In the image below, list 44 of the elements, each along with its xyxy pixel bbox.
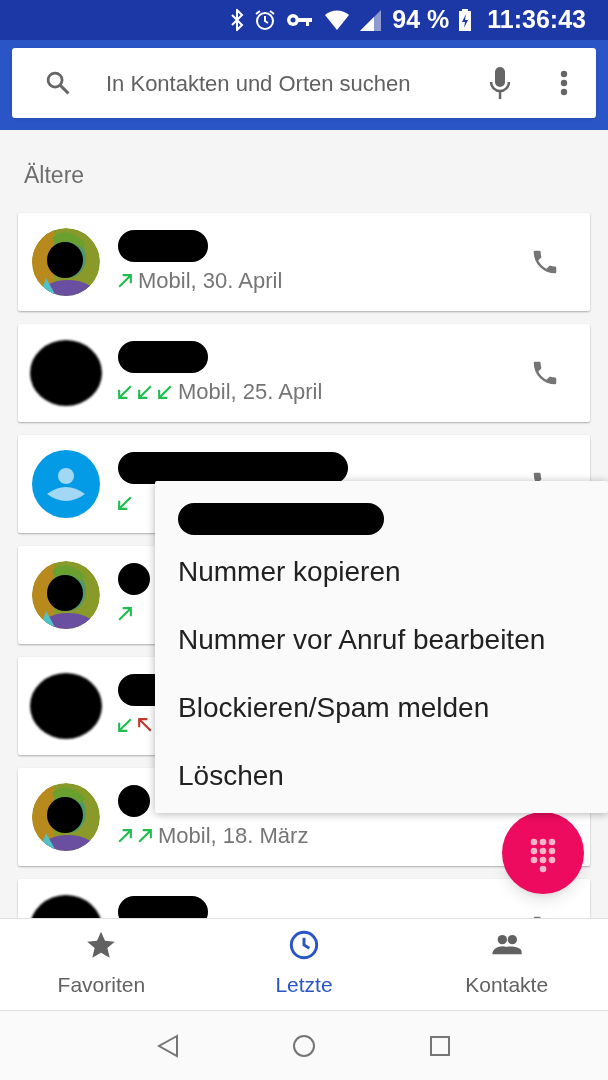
missed-call-icon <box>138 717 152 732</box>
call-details: Mobil, 25. April <box>178 378 323 406</box>
back-icon[interactable] <box>156 1033 179 1058</box>
home-icon[interactable] <box>292 1033 316 1058</box>
redaction-mark <box>30 672 102 739</box>
call-details: Mobil, 30. April <box>138 267 283 295</box>
incoming-call-icon <box>138 384 152 399</box>
signal-icon <box>360 9 383 31</box>
outgoing-call-icon <box>118 606 132 621</box>
call-log-card[interactable]: Mobil, 30. April <box>18 212 590 311</box>
menu-item[interactable]: Nummer vor Anruf bearbeiten <box>178 606 608 674</box>
battery-icon <box>459 9 472 31</box>
incoming-call-icon <box>158 384 172 399</box>
redaction-mark <box>30 339 102 406</box>
tab[interactable]: Kontakte <box>405 919 608 1010</box>
recent-apps-icon[interactable] <box>429 1034 452 1057</box>
section-header: Ältere <box>23 161 86 190</box>
microphone-icon[interactable] <box>488 66 512 100</box>
outgoing-call-icon <box>118 273 132 288</box>
search-icon <box>44 69 72 97</box>
outgoing-call-icon <box>138 828 152 843</box>
more-options-icon[interactable] <box>560 70 568 96</box>
alarm-icon <box>254 9 277 31</box>
call-log-card[interactable]: Mobil, 25. April <box>18 323 590 422</box>
bluetooth-icon <box>230 9 245 31</box>
incoming-call-icon <box>118 717 132 732</box>
redaction-mark <box>118 562 150 595</box>
tab[interactable]: Favoriten <box>0 919 203 1010</box>
menu-item[interactable]: Blockieren/Spam melden <box>178 674 608 742</box>
call-details: Mobil, 18. März <box>158 822 309 850</box>
menu-item[interactable]: Nummer kopieren <box>178 538 608 606</box>
incoming-call-icon <box>118 495 132 510</box>
redaction-mark <box>118 784 150 817</box>
clock-icon <box>288 928 320 961</box>
clock-time: 11:36:43 <box>487 4 586 36</box>
tab[interactable]: Letzte <box>202 919 406 1010</box>
battery-percent: 94 % <box>392 4 450 36</box>
incoming-call-icon <box>118 384 132 399</box>
key-icon <box>286 12 315 28</box>
wifi-icon <box>324 9 351 31</box>
outgoing-call-icon <box>118 828 132 843</box>
search-bar[interactable]: In Kontakten und Orten suchen <box>12 48 596 118</box>
person-avatar-icon <box>32 449 100 518</box>
dialpad-icon <box>530 838 556 874</box>
